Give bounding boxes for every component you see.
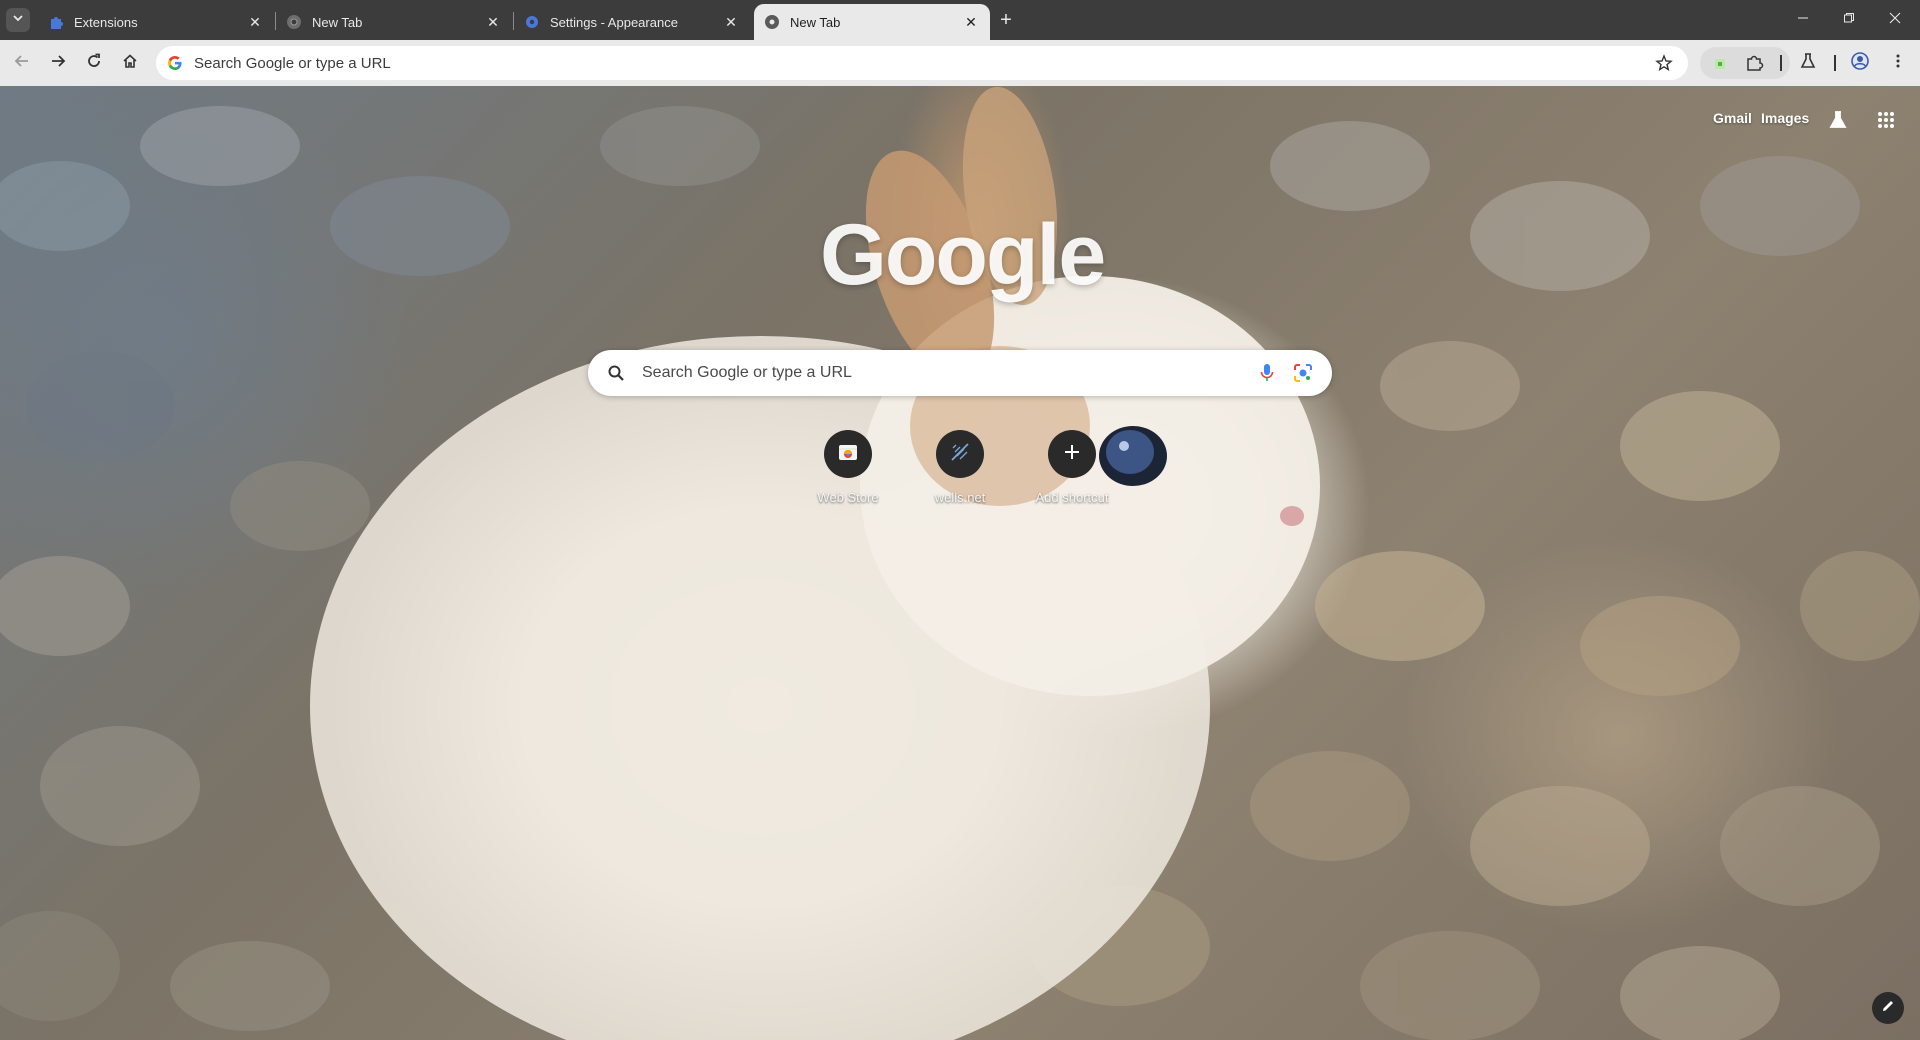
reload-icon [86, 53, 102, 74]
web-store-icon [836, 440, 860, 469]
wells-icon [948, 440, 972, 469]
toolbar-divider [1780, 55, 1782, 71]
close-window-button[interactable] [1872, 0, 1918, 40]
restore-icon [1843, 11, 1855, 29]
shortcut-label: Web Store [817, 490, 879, 505]
search-placeholder: Search Google or type a URL [642, 364, 852, 381]
arrow-right-icon [50, 53, 66, 74]
tab-title: Settings - Appearance [550, 14, 678, 30]
shortcut-wells-net[interactable]: wells.net [904, 430, 1016, 530]
tab-title: Extensions [74, 14, 138, 30]
tab-settings-appearance[interactable]: Settings - Appearance ✕ [514, 4, 750, 40]
shortcut-label: Add shortcut [1035, 490, 1109, 505]
google-logo: Google [820, 207, 1106, 303]
omnibox-text: Search Google or type a URL [194, 54, 391, 72]
shortcut-circle [936, 430, 984, 478]
puzzle-icon[interactable] [1744, 53, 1764, 73]
images-link[interactable]: Images [1761, 110, 1809, 126]
close-icon[interactable]: ✕ [722, 13, 740, 31]
tab-new-tab[interactable]: New Tab ✕ [276, 4, 512, 40]
labs-button[interactable] [1794, 49, 1822, 77]
shortcut-web-store[interactable]: Web Store [792, 430, 904, 530]
gmail-link[interactable]: Gmail [1713, 110, 1752, 126]
new-tab-button[interactable]: + [994, 8, 1018, 32]
close-icon[interactable]: ✕ [484, 13, 502, 31]
home-button[interactable] [116, 49, 144, 77]
google-g-icon [166, 54, 184, 72]
plus-icon: + [1000, 8, 1012, 31]
tab-extensions[interactable]: Extensions ✕ [38, 4, 274, 40]
chevron-down-icon [12, 11, 24, 29]
back-button[interactable] [8, 49, 36, 77]
search-icon [606, 363, 626, 383]
labs-flask-icon[interactable] [1826, 108, 1850, 132]
tab-title: New Tab [790, 14, 841, 30]
shortcut-label: wells.net [934, 490, 986, 505]
forward-button[interactable] [44, 49, 72, 77]
minimize-icon [1797, 11, 1809, 29]
plus-icon [1063, 443, 1081, 466]
arrow-left-icon [14, 53, 30, 74]
bookmark-star-icon[interactable] [1654, 53, 1674, 73]
tab-new-tab-active[interactable]: New Tab ✕ [754, 4, 990, 40]
tab-search-button[interactable] [6, 8, 30, 32]
shortcut-circle [824, 430, 872, 478]
chrome-icon [764, 14, 780, 30]
chrome-icon [286, 14, 302, 30]
toolbar-divider [1834, 55, 1836, 71]
close-icon[interactable]: ✕ [246, 13, 264, 31]
profile-button[interactable] [1846, 49, 1874, 77]
home-icon [122, 53, 138, 74]
extension-status-icon[interactable] [1714, 57, 1726, 69]
toolbar: Search Google or type a URL [0, 40, 1920, 86]
close-icon[interactable]: ✕ [962, 13, 980, 31]
profile-avatar-icon [1851, 51, 1869, 75]
new-tab-page: Gmail Images Google Search Google or typ… [0, 86, 1920, 1040]
puzzle-icon [48, 14, 64, 30]
google-lens-icon[interactable] [1292, 362, 1314, 384]
reload-button[interactable] [80, 49, 108, 77]
microphone-icon[interactable] [1256, 362, 1278, 384]
pencil-icon [1880, 998, 1896, 1019]
flask-icon [1799, 52, 1817, 75]
gear-icon [524, 14, 540, 30]
menu-button[interactable] [1884, 49, 1912, 77]
restore-button[interactable] [1826, 0, 1872, 40]
minimize-button[interactable] [1780, 0, 1826, 40]
extensions-area [1700, 47, 1790, 79]
shortcut-add[interactable]: Add shortcut [1016, 430, 1128, 530]
tab-strip: Extensions ✕ New Tab ✕ Settings - Appear… [0, 0, 1920, 40]
tab-title: New Tab [312, 14, 363, 30]
apps-grid-icon[interactable] [1874, 108, 1898, 132]
customize-chrome-button[interactable] [1872, 992, 1904, 1024]
search-box[interactable]: Search Google or type a URL [588, 350, 1332, 396]
close-icon [1889, 11, 1901, 29]
shortcut-circle [1048, 430, 1096, 478]
omnibox[interactable]: Search Google or type a URL [156, 46, 1688, 80]
kebab-menu-icon [1890, 53, 1906, 74]
